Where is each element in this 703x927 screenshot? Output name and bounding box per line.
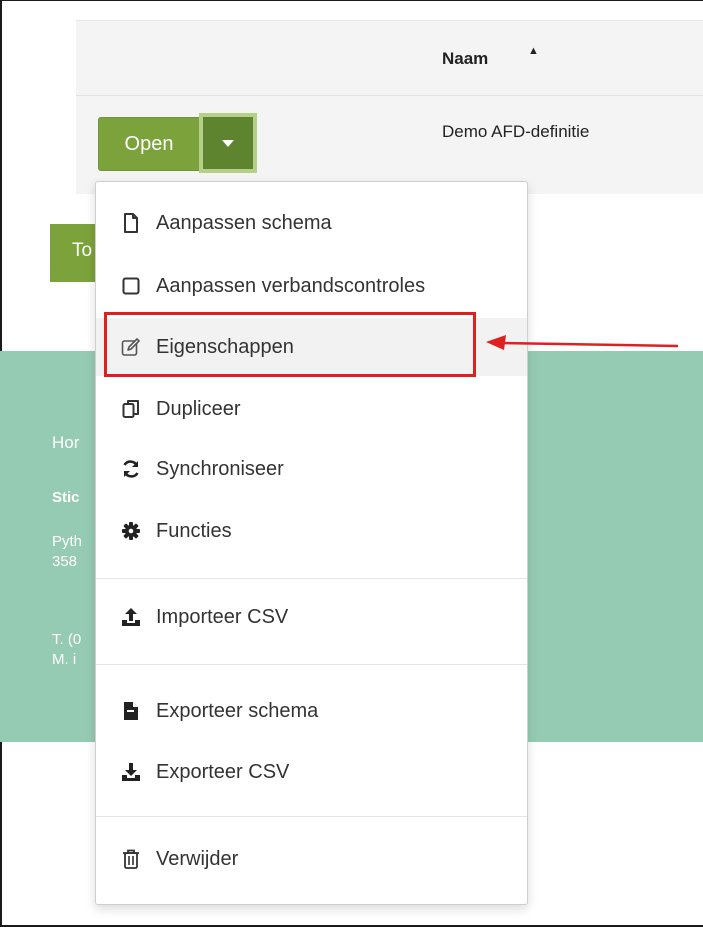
menu-item-aanpassen-verbandscontroles[interactable]: Aanpassen verbandscontroles (96, 257, 527, 315)
file-icon (120, 212, 142, 234)
menu-item-label: Importeer CSV (156, 605, 289, 628)
caret-down-icon (222, 139, 234, 147)
menu-item-label: Synchroniseer (156, 457, 284, 480)
footer-heading: Hor (52, 433, 80, 452)
menu-item-dupliceer[interactable]: Dupliceer (96, 380, 527, 438)
menu-divider (96, 664, 527, 665)
menu-item-label: Aanpassen verbandscontroles (156, 274, 426, 297)
table-cell-name: Demo AFD-definitie (442, 122, 590, 141)
footer-org-name: Stic (52, 489, 80, 506)
menu-item-label: Dupliceer (156, 397, 241, 420)
sort-ascending-icon[interactable]: ▲ (528, 45, 539, 57)
table-header: Naam ▲ (76, 21, 703, 96)
footer-address-street: Pyth (52, 533, 83, 550)
footer-address-postal: 358 (52, 553, 78, 570)
menu-item-importeer-csv[interactable]: Importeer CSV (96, 588, 527, 646)
menu-divider (96, 816, 527, 817)
column-header-name[interactable]: Naam (442, 49, 488, 69)
annotation-arrow-icon (486, 335, 679, 350)
menu-item-functies[interactable]: Functies (96, 502, 527, 560)
dropdown-toggle-button[interactable] (199, 113, 257, 173)
open-button[interactable]: Open (98, 117, 200, 171)
cog-icon (120, 520, 142, 542)
export-file-icon (120, 700, 142, 722)
menu-item-exporteer-schema[interactable]: Exporteer schema (96, 682, 527, 740)
menu-item-label: Exporteer CSV (156, 760, 290, 783)
trash-icon (120, 848, 142, 870)
footer-phone: T. (0 (52, 631, 82, 648)
menu-item-exporteer-csv[interactable]: Exporteer CSV (96, 743, 527, 801)
menu-item-label: Verwijder (156, 847, 239, 870)
download-icon (120, 761, 142, 783)
upload-icon (120, 606, 142, 628)
square-icon (120, 275, 142, 297)
sync-icon (120, 458, 142, 480)
menu-item-verwijder[interactable]: Verwijder (96, 830, 527, 888)
footer-email: M. i (52, 651, 77, 668)
copy-icon (120, 398, 142, 420)
menu-divider (96, 578, 527, 579)
actions-dropdown-menu: Aanpassen schema Aanpassen verbandscontr… (95, 181, 528, 905)
menu-item-synchroniseer[interactable]: Synchroniseer (96, 440, 527, 498)
menu-item-label: Functies (156, 519, 232, 542)
menu-item-aanpassen-schema[interactable]: Aanpassen schema (96, 194, 527, 252)
menu-item-label: Exporteer schema (156, 699, 319, 722)
annotation-highlight-box (104, 312, 476, 377)
menu-item-label: Aanpassen schema (156, 211, 332, 234)
